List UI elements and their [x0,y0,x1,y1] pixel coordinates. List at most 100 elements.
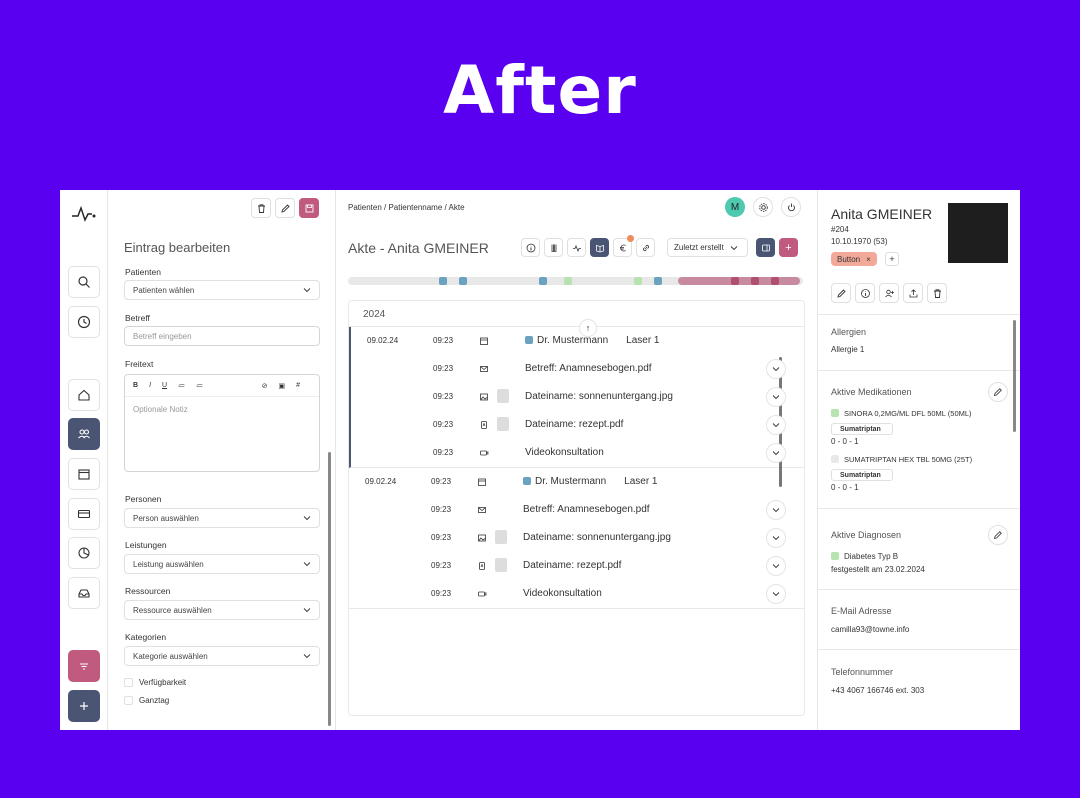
inbox-button[interactable] [68,577,100,609]
betreff-label: Betreff [125,313,150,323]
video-icon [478,591,487,597]
form-actions [251,198,319,218]
chevron-down-icon [303,654,311,659]
link-filter-button[interactable] [636,238,655,257]
patient-info-button[interactable] [855,283,875,303]
avatar[interactable]: M [725,197,745,217]
record-time: 09:23 [433,336,454,345]
ganztag-checkbox[interactable]: Ganztag [124,696,169,705]
email-value[interactable]: camilla93@towne.info [831,625,909,634]
hashtag-button[interactable]: # [296,382,300,389]
freitext-editor[interactable]: B I U ≔ ≔ ⊘ ▣ # Optionale Notiz [124,374,320,472]
record-row[interactable]: 09:23 Dateiname: sonnenuntergang.jpg [349,524,804,552]
timeline-marker[interactable] [634,277,642,285]
expand-button[interactable] [766,556,786,576]
pie-chart-icon [78,547,90,559]
add-button[interactable] [68,690,100,722]
personen-select[interactable]: Person auswählen [124,508,320,528]
expand-button[interactable] [766,584,786,604]
betreff-input[interactable]: Betreff eingeben [124,326,320,346]
close-icon[interactable]: × [866,255,871,264]
link-button[interactable]: ⊘ [262,382,268,390]
underline-button[interactable]: U [162,382,167,389]
timeline-marker[interactable] [731,277,739,285]
share-button[interactable] [903,283,923,303]
timeline-marker[interactable] [654,277,662,285]
record-groups: 09.02.24 09:23 Dr. Mustermann Laser 1 09:23 B… [349,327,804,609]
chevron-down-icon [303,562,311,567]
expand-button[interactable] [766,359,786,379]
search-button[interactable] [68,266,100,298]
logout-button[interactable] [781,197,801,217]
record-row[interactable]: 09.02.24 09:23 Dr. Mustermann Laser 1 [349,468,804,496]
timeline-marker[interactable] [771,277,779,285]
italic-button[interactable]: I [149,382,151,389]
save-button[interactable] [299,198,319,218]
image-button[interactable]: ▣ [278,382,285,390]
lab-button[interactable] [544,238,563,257]
billing-button[interactable] [68,498,100,530]
info-button[interactable] [521,238,540,257]
record-row[interactable]: 09:23 Videokonsultation [349,580,804,608]
record-row[interactable]: 09:23 Betreff: Anamnesebogen.pdf [349,496,804,524]
record-row[interactable]: 09:23 Dateiname: rezept.pdf [349,552,804,580]
timeline-marker[interactable] [439,277,447,285]
vitals-button[interactable] [567,238,586,257]
history-button[interactable] [68,306,100,338]
billing-filter-button[interactable] [613,235,634,257]
telefon-title: Telefonnummer [831,667,894,677]
edit-diagnosen-button[interactable] [988,525,1008,545]
timeline-marker[interactable] [751,277,759,285]
timeline-marker[interactable] [539,277,547,285]
filter-button[interactable] [68,650,100,682]
link-icon [642,244,649,251]
ressourcen-select[interactable]: Ressource auswählen [124,600,320,620]
expand-button[interactable] [766,415,786,435]
add-tag-button[interactable]: + [885,252,899,266]
kategorien-select[interactable]: Kategorie auswählen [124,646,320,666]
patient-scrollbar[interactable] [1013,320,1016,432]
ordered-list-button[interactable]: ≔ [178,382,185,390]
pencil-icon [993,531,1002,540]
record-row[interactable]: 09:23 Betreff: Anamnesebogen.pdf [351,355,804,383]
expand-button[interactable] [766,387,786,407]
expand-button[interactable] [766,500,786,520]
delete-patient-button[interactable] [927,283,947,303]
bullet-list-button[interactable]: ≔ [196,382,203,390]
edit-medikationen-button[interactable] [988,382,1008,402]
book-button[interactable] [590,238,609,257]
sort-select[interactable]: Zuletzt erstellt [667,238,748,257]
form-scrollbar[interactable] [328,452,331,726]
patienten-select[interactable]: Patienten wählen [124,280,320,300]
medication-dose: 0 - 0 - 1 [831,483,859,492]
calendar-button[interactable] [68,458,100,490]
panel-toggle-button[interactable] [756,238,775,257]
edit-button[interactable] [275,198,295,218]
record-row[interactable]: 09:23 Dateiname: rezept.pdf [351,411,804,439]
settings-button[interactable] [753,197,773,217]
record-row[interactable]: 09.02.24 09:23 Dr. Mustermann Laser 1 [351,327,804,355]
record-row[interactable]: 09:23 Dateiname: sonnenuntergang.jpg [351,383,804,411]
patient-tag[interactable]: Button × [831,252,877,266]
verfuegbarkeit-checkbox[interactable]: Verfügbarkeit [124,678,186,687]
add-entry-button[interactable]: + [779,238,798,257]
edit-patient-button[interactable] [831,283,851,303]
home-button[interactable] [68,379,100,411]
bold-button[interactable]: B [133,382,138,389]
add-contact-button[interactable] [879,283,899,303]
patient-tag-label: Button [837,254,861,264]
delete-button[interactable] [251,198,271,218]
ganztag-label: Ganztag [139,696,170,705]
patients-button[interactable] [68,418,100,450]
timeline-selection[interactable] [678,277,800,285]
timeline-bar[interactable] [348,277,803,285]
expand-button[interactable] [766,528,786,548]
statistics-button[interactable] [68,537,100,569]
telefon-value[interactable]: +43 4067 166746 ext. 303 [831,686,924,695]
timeline-marker[interactable] [564,277,572,285]
leistungen-select[interactable]: Leistung auswählen [124,554,320,574]
timeline-marker[interactable] [459,277,467,285]
record-title: Betreff: Anamnesebogen.pdf [525,363,652,374]
expand-button[interactable] [766,443,786,463]
record-row[interactable]: 09:23 Videokonsultation [351,439,804,467]
